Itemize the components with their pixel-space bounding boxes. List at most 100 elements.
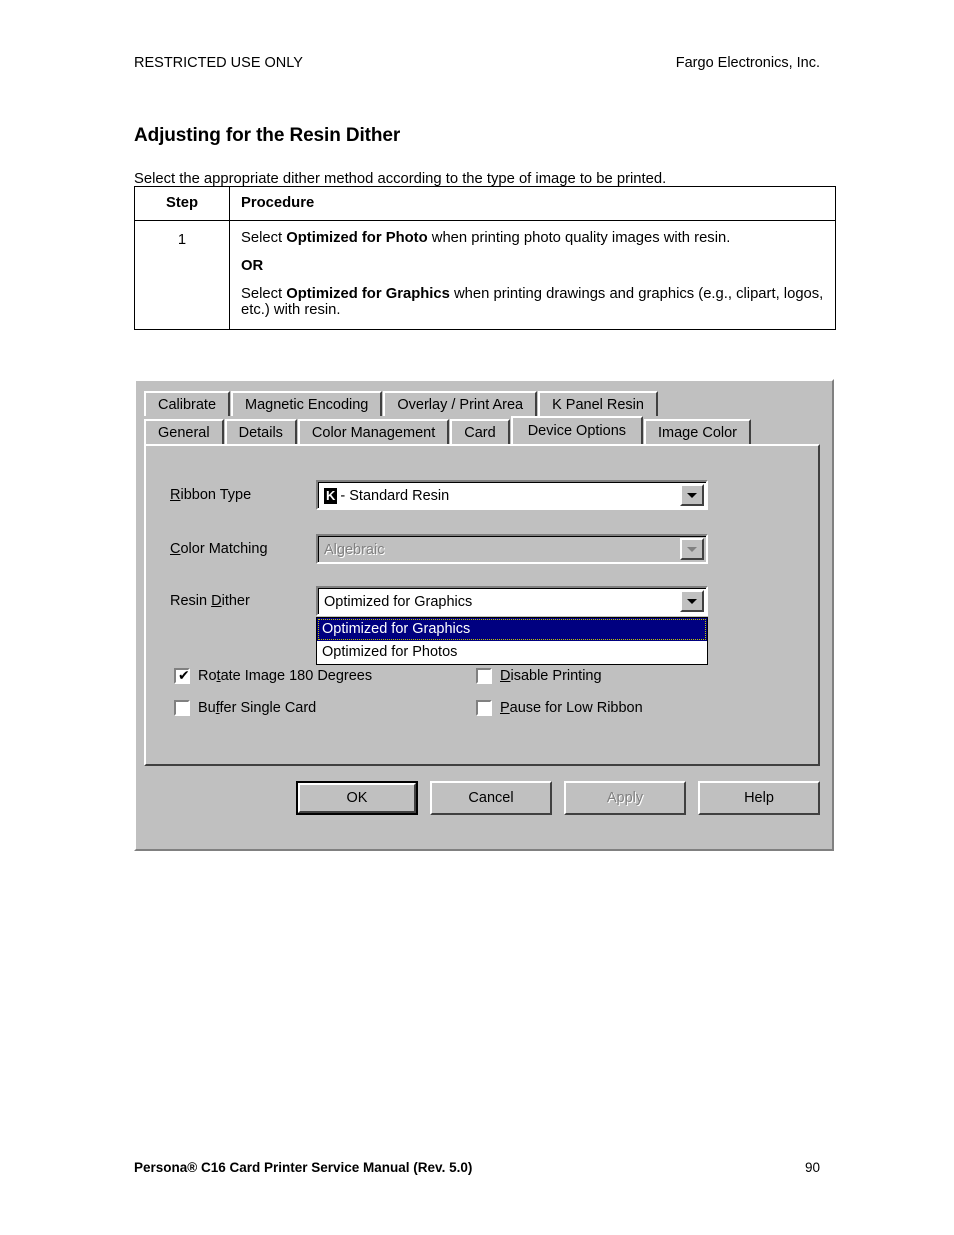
tab-magnetic-encoding[interactable]: Magnetic Encoding (231, 391, 383, 416)
dialog-button-bar: OK Cancel Apply Help (144, 781, 820, 815)
combo-inset: Algebraic (318, 536, 706, 562)
checkbox-label: Rotate Image 180 Degrees (198, 668, 372, 684)
column-header-step: Step (134, 186, 230, 221)
check-icon: ✔ (178, 668, 190, 684)
tab-label: Magnetic Encoding (245, 397, 369, 413)
table-row: 1 Select Optimized for Photo when printi… (134, 220, 836, 330)
header-left-text: RESTRICTED USE ONLY (134, 55, 303, 71)
procedure-line: Select Optimized for Graphics when print… (241, 286, 824, 318)
procedure-table: Step Procedure 1 Select Optimized for Ph… (134, 186, 836, 330)
tab-label: Color Management (311, 425, 436, 441)
resin-dither-label: Resin Dither (170, 593, 316, 609)
footer-manual-title: Persona® C16 Card Printer Service Manual… (134, 1160, 473, 1175)
ok-button[interactable]: OK (296, 781, 418, 815)
label-pre: Bu (198, 700, 216, 716)
tab-label: Card (464, 425, 496, 441)
table-header-row: Step Procedure (134, 186, 836, 221)
checkbox-pause-for-low-ribbon[interactable]: Pause for Low Ribbon (476, 700, 643, 716)
procedure-line: Select Optimized for Photo when printing… (241, 230, 824, 246)
arrow-glyph (687, 492, 697, 498)
resin-dither-field: Resin Dither Optimized for Graphics (170, 586, 708, 616)
cancel-button[interactable]: Cancel (430, 781, 552, 815)
arrow-glyph (687, 546, 697, 552)
help-button[interactable]: Help (698, 781, 820, 815)
line-prefix: Select (241, 286, 287, 302)
procedure-cell: Select Optimized for Photo when printing… (229, 220, 836, 330)
resin-dither-value: Optimized for Graphics (324, 593, 473, 610)
line-prefix: Select (241, 230, 287, 246)
tab-k-panel-resin[interactable]: K Panel Resin (538, 391, 658, 416)
apply-button-label: Apply (606, 790, 644, 806)
checkbox-label: Disable Printing (500, 668, 602, 684)
header-right-text: Fargo Electronics, Inc. (675, 55, 820, 71)
tab-card[interactable]: Card (450, 419, 510, 444)
page-title: Adjusting for the Resin Dither (134, 124, 401, 146)
label-pre: Resin (170, 593, 212, 609)
accel-char: R (170, 487, 181, 503)
tab-color-management[interactable]: Color Management (297, 419, 450, 444)
help-button-label: Help (744, 790, 774, 806)
line-suffix: when printing photo quality images with … (427, 230, 731, 246)
tab-label: Device Options (527, 423, 627, 439)
resin-dither-combobox[interactable]: Optimized for Graphics (316, 586, 708, 616)
apply-button: Apply (564, 781, 686, 815)
color-matching-label: Color Matching (170, 541, 316, 557)
tab-label: Details (238, 425, 283, 441)
tab-device-options[interactable]: Device Options (510, 416, 644, 444)
checkbox-box[interactable] (476, 668, 492, 684)
resin-dither-dropdown-list[interactable]: Optimized for Graphics Optimized for Pho… (316, 617, 708, 665)
label-rest: ither (221, 593, 250, 609)
label-rest: isable Printing (510, 668, 602, 684)
dropdown-option-optimized-for-graphics[interactable]: Optimized for Graphics (317, 618, 707, 641)
intro-paragraph: Select the appropriate dither method acc… (134, 170, 667, 187)
ok-button-label: OK (298, 783, 416, 813)
tab-label: Calibrate (158, 397, 217, 413)
line-bold: OR (241, 258, 264, 274)
printer-properties-dialog: Calibrate Magnetic Encoding Overlay / Pr… (134, 379, 834, 851)
page-footer: Persona® C16 Card Printer Service Manual… (134, 1160, 820, 1175)
checkbox-buffer-single-card[interactable]: Buffer Single Card (174, 700, 316, 716)
ribbon-type-label: Ribbon Type (170, 487, 316, 503)
combo-inset: Optimized for Graphics (318, 588, 706, 614)
checkbox-rotate-image-180-degrees[interactable]: ✔ Rotate Image 180 Degrees (174, 668, 372, 684)
label-pre: Ro (198, 668, 217, 684)
tab-details[interactable]: Details (224, 419, 297, 444)
checkbox-box[interactable] (476, 700, 492, 716)
accel-char: D (500, 668, 511, 684)
arrow-glyph (687, 598, 697, 604)
combo-inset: K- Standard Resin (318, 482, 706, 508)
color-matching-value: Algebraic (324, 541, 385, 558)
accel-char: C (170, 541, 181, 557)
tab-label: General (158, 425, 210, 441)
tab-label: K Panel Resin (552, 397, 644, 413)
label-rest: fer Single Card (219, 700, 317, 716)
label-rest: olor Matching (180, 541, 268, 557)
chevron-down-icon[interactable] (680, 590, 704, 612)
tab-label: Image Color (658, 425, 737, 441)
checkbox-box[interactable]: ✔ (174, 668, 190, 684)
ribbon-type-combobox[interactable]: K- Standard Resin (316, 480, 708, 510)
color-matching-field: Color Matching Algebraic (170, 534, 708, 564)
chevron-down-icon (680, 538, 704, 560)
step-number: 1 (134, 220, 230, 330)
label-rest: ause for Low Ribbon (509, 700, 643, 716)
column-header-procedure: Procedure (229, 186, 836, 221)
device-options-panel: Ribbon Type K- Standard Resin Color Matc… (144, 444, 820, 766)
tab-image-color[interactable]: Image Color (644, 419, 751, 444)
tab-general[interactable]: General (144, 419, 224, 444)
checkbox-box[interactable] (174, 700, 190, 716)
page-header: RESTRICTED USE ONLY Fargo Electronics, I… (134, 54, 820, 72)
ribbon-type-field: Ribbon Type K- Standard Resin (170, 480, 708, 510)
k-panel-chip: K (324, 487, 338, 504)
line-bold: Optimized for Photo (286, 230, 428, 246)
tab-calibrate[interactable]: Calibrate (144, 391, 231, 416)
label-rest: ate Image 180 Degrees (220, 668, 373, 684)
tab-overlay-print-area[interactable]: Overlay / Print Area (383, 391, 538, 416)
tab-strip: Calibrate Magnetic Encoding Overlay / Pr… (144, 389, 828, 444)
ribbon-type-value: K- Standard Resin (319, 487, 449, 504)
footer-page-number: 90 (804, 1160, 820, 1175)
dropdown-option-optimized-for-photos[interactable]: Optimized for Photos (317, 641, 707, 664)
checkbox-disable-printing[interactable]: Disable Printing (476, 668, 602, 684)
accel-char: P (500, 700, 510, 716)
chevron-down-icon[interactable] (680, 484, 704, 506)
